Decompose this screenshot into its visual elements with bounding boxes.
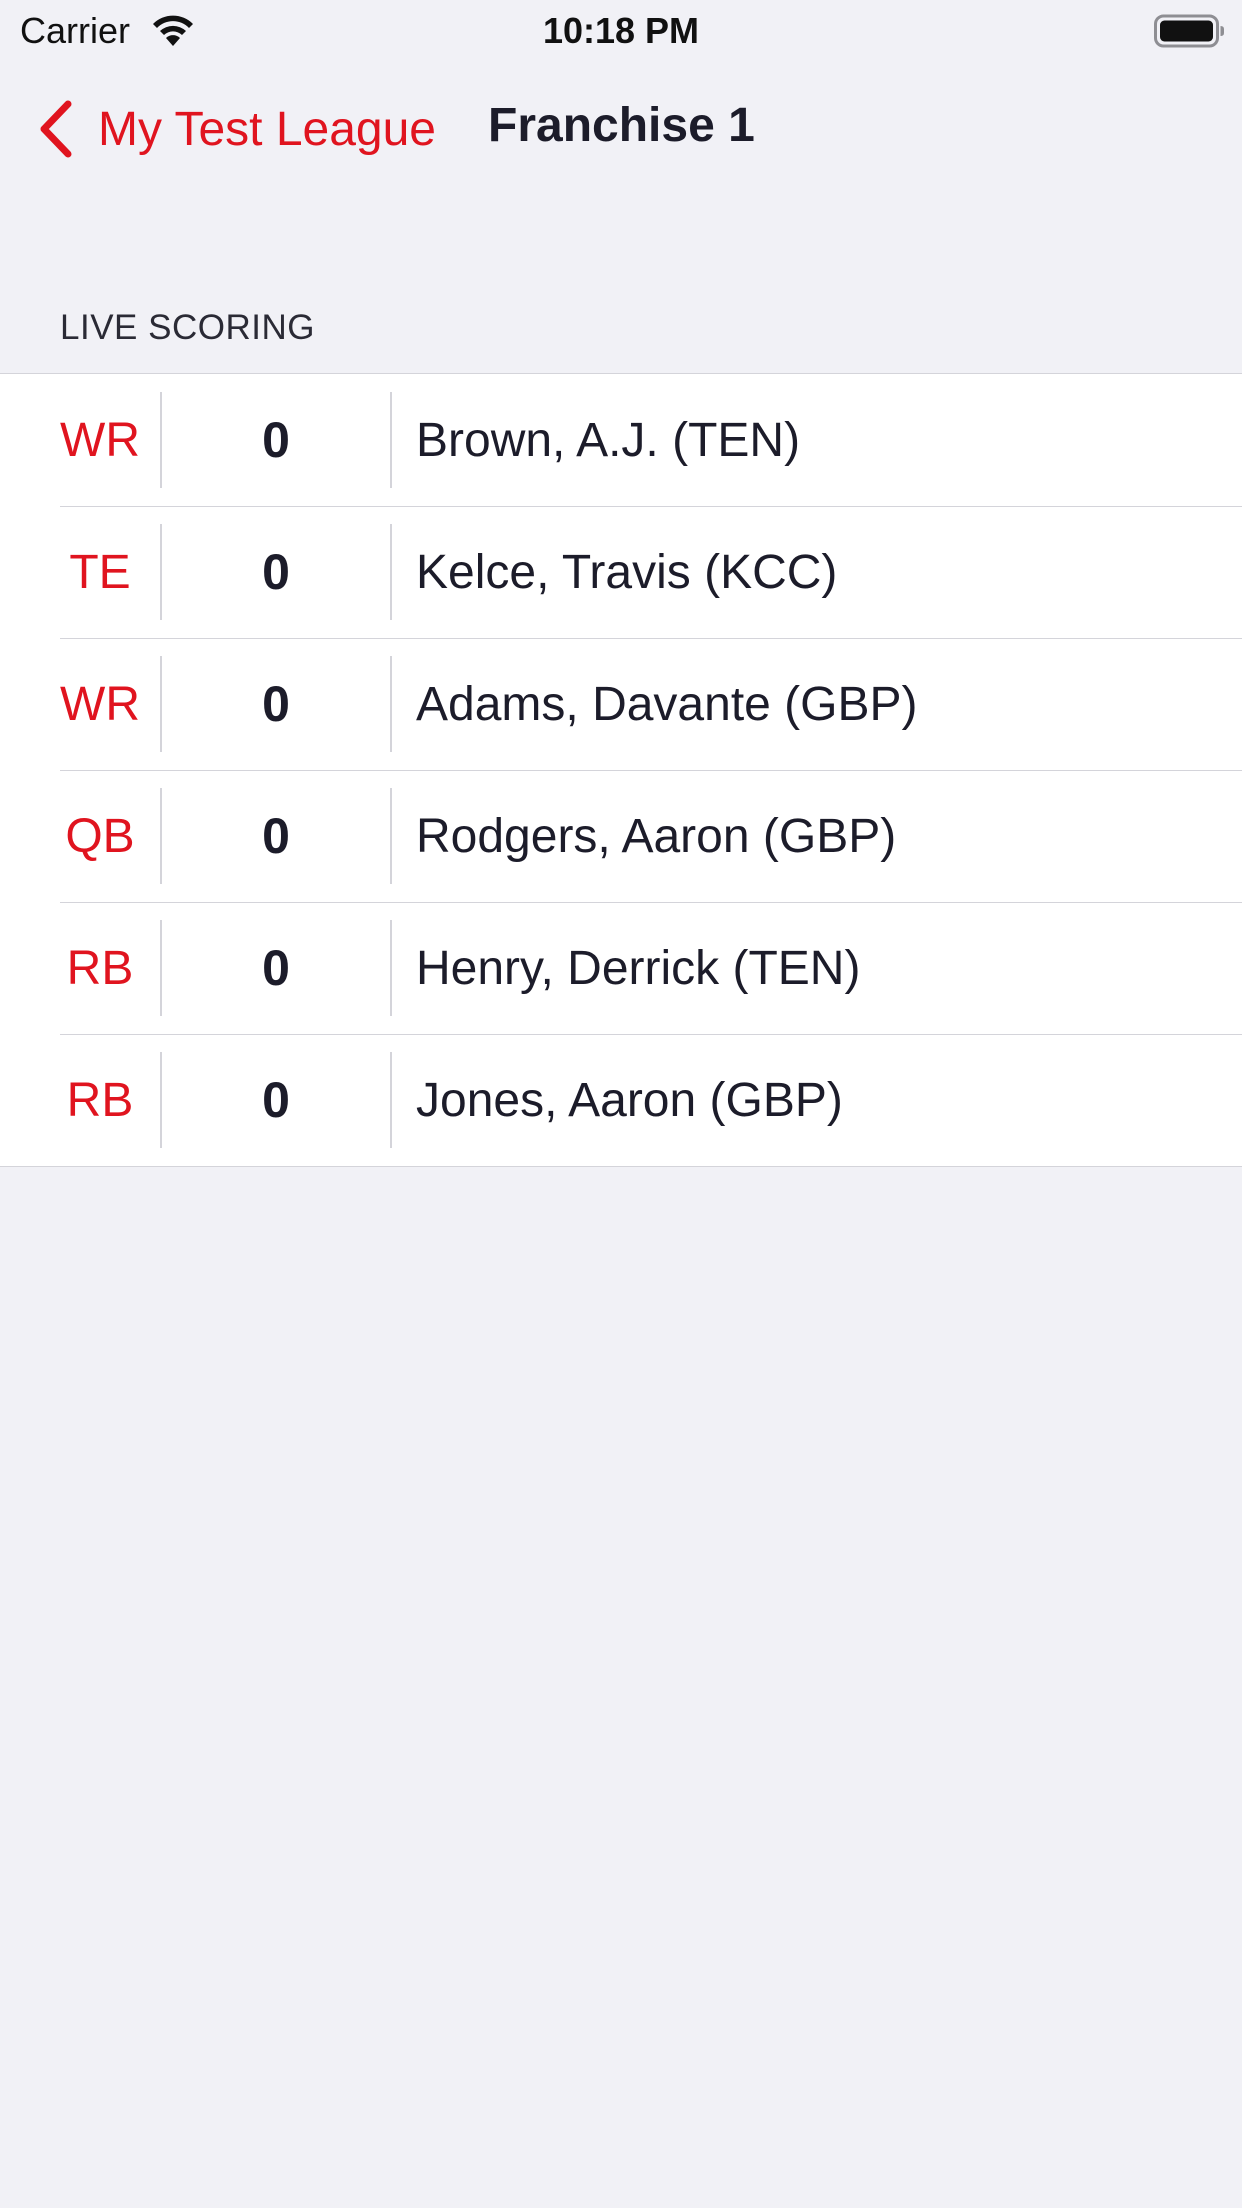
score-value: 0 (262, 544, 290, 600)
chevron-left-icon (40, 100, 72, 158)
table-row[interactable]: WR 0 Brown, A.J. (TEN) (0, 374, 1242, 506)
score-value: 0 (262, 412, 290, 468)
position-label: WR (60, 413, 140, 467)
score-value: 0 (262, 808, 290, 864)
position-label: RB (66, 941, 134, 995)
player-name: Jones, Aaron (GBP) (416, 1073, 843, 1127)
status-bar: Carrier 10:18 PM (0, 0, 1242, 62)
score-value: 0 (262, 1072, 290, 1128)
position-label: RB (66, 1073, 134, 1127)
position-label: TE (69, 545, 131, 599)
section-header: LIVE SCORING (60, 308, 315, 347)
battery-icon (1154, 14, 1224, 48)
live-scoring-table: WR 0 Brown, A.J. (TEN) TE 0 Kelce, Travi… (0, 373, 1242, 1167)
table-row[interactable]: TE 0 Kelce, Travis (KCC) (0, 506, 1242, 638)
back-label: My Test League (98, 102, 436, 156)
player-name: Kelce, Travis (KCC) (416, 545, 838, 599)
player-name: Brown, A.J. (TEN) (416, 413, 801, 467)
status-time: 10:18 PM (542, 10, 700, 51)
table-row[interactable]: QB 0 Rodgers, Aaron (GBP) (0, 770, 1242, 902)
player-name: Adams, Davante (GBP) (416, 677, 918, 731)
back-button[interactable]: My Test League (36, 94, 436, 164)
table-row[interactable]: RB 0 Henry, Derrick (TEN) (0, 902, 1242, 1034)
position-label: WR (60, 677, 140, 731)
score-value: 0 (262, 676, 290, 732)
score-value: 0 (262, 940, 290, 996)
player-name: Rodgers, Aaron (GBP) (416, 809, 897, 863)
page-title: Franchise 1 (488, 99, 755, 152)
navigation-bar: My Test League Franchise 1 (0, 80, 1242, 176)
table-row[interactable]: RB 0 Jones, Aaron (GBP) (0, 1034, 1242, 1166)
table-row[interactable]: WR 0 Adams, Davante (GBP) (0, 638, 1242, 770)
player-name: Henry, Derrick (TEN) (416, 941, 861, 995)
position-label: QB (65, 809, 135, 863)
